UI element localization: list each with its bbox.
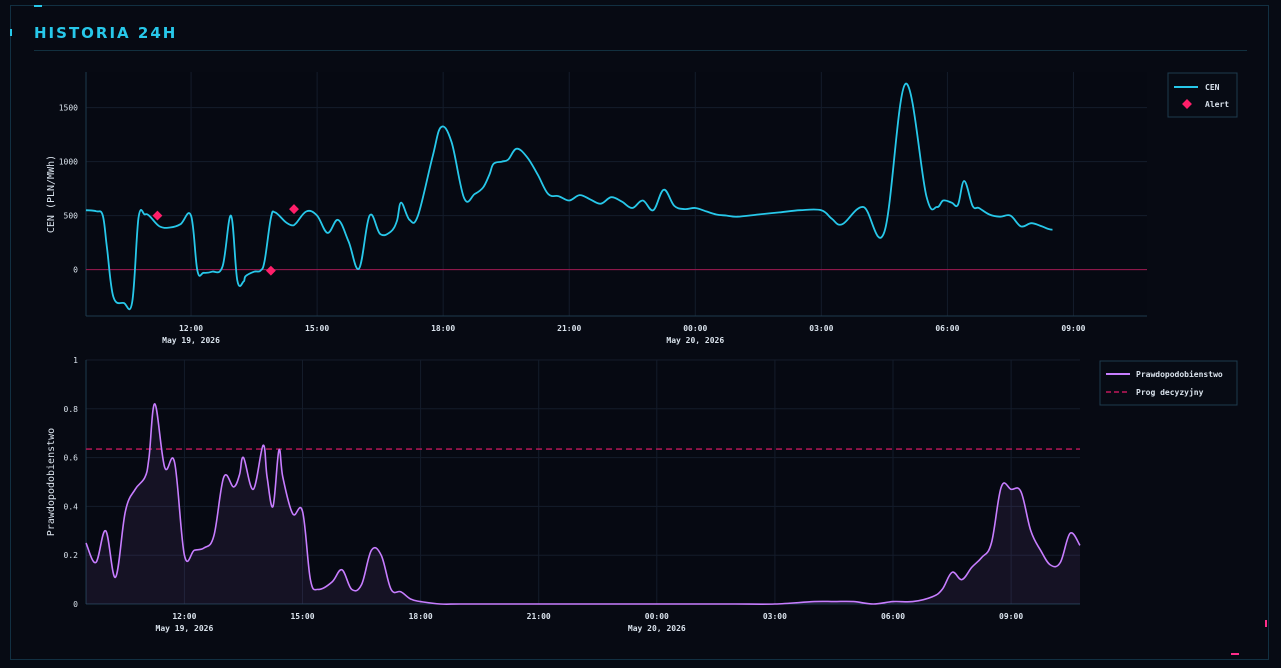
x-tick-date-label: May 20, 2026: [628, 624, 686, 633]
x-tick-label: 15:00: [305, 324, 329, 333]
x-tick-date-label: May 19, 2026: [162, 336, 220, 345]
y-tick-label: 0.4: [64, 502, 79, 511]
x-tick-label: 12:00: [179, 324, 203, 333]
y-axis-label: CEN (PLN/MWh): [46, 155, 57, 233]
x-tick-label: 09:00: [999, 612, 1023, 621]
x-tick-label: 15:00: [290, 612, 314, 621]
y-axis-label: Prawdopodobienstwo: [46, 428, 57, 536]
legend-label-threshold: Prog decyzyjny: [1136, 387, 1204, 397]
x-tick-label: 00:00: [645, 612, 669, 621]
history-charts: 0 500 1000 1500 12:00 May 19, 2026 15:00 18:00 2…: [46, 72, 1238, 633]
x-tick-label: 21:00: [557, 324, 581, 333]
x-tick-date-label: May 20, 2026: [666, 336, 724, 345]
x-tick-label: 00:00: [683, 324, 707, 333]
x-tick-label: 09:00: [1061, 324, 1085, 333]
y-tick-label: 0: [73, 266, 78, 275]
legend-label-alert: Alert: [1205, 100, 1229, 109]
y-tick-label: 0.6: [64, 454, 79, 463]
y-tick-label: 0.2: [64, 551, 79, 560]
x-tick-label: 06:00: [881, 612, 905, 621]
x-tick-label: 06:00: [935, 324, 959, 333]
y-tick-label: 1000: [59, 158, 78, 167]
x-tick-label: 21:00: [527, 612, 551, 621]
x-tick-label: 03:00: [809, 324, 833, 333]
legend-label-price: CEN: [1205, 83, 1220, 92]
chart-1: 0 500 1000 1500 12:00 May 19, 2026 15:00 18:00 2…: [46, 72, 1238, 345]
legend-box: [1099, 360, 1238, 406]
x-tick-date-label: May 19, 2026: [156, 624, 214, 633]
y-tick-label: 500: [64, 212, 79, 221]
chart-2: 0 0.2 0.4 0.6 0.8 1 12:00 May 19, 2026 15:00 18:0…: [46, 356, 1238, 633]
x-tick-label: 03:00: [763, 612, 787, 621]
x-tick-label: 18:00: [431, 324, 455, 333]
y-tick-label: 1500: [59, 104, 78, 113]
y-tick-label: 0: [73, 600, 78, 609]
y-tick-label: 0.8: [64, 405, 79, 414]
legend-box: [1167, 72, 1238, 118]
legend-label-probability: Prawdopodobienstwo: [1136, 369, 1223, 379]
y-tick-label: 1: [73, 356, 78, 365]
x-tick-label: 18:00: [409, 612, 433, 621]
x-tick-label: 12:00: [172, 612, 196, 621]
